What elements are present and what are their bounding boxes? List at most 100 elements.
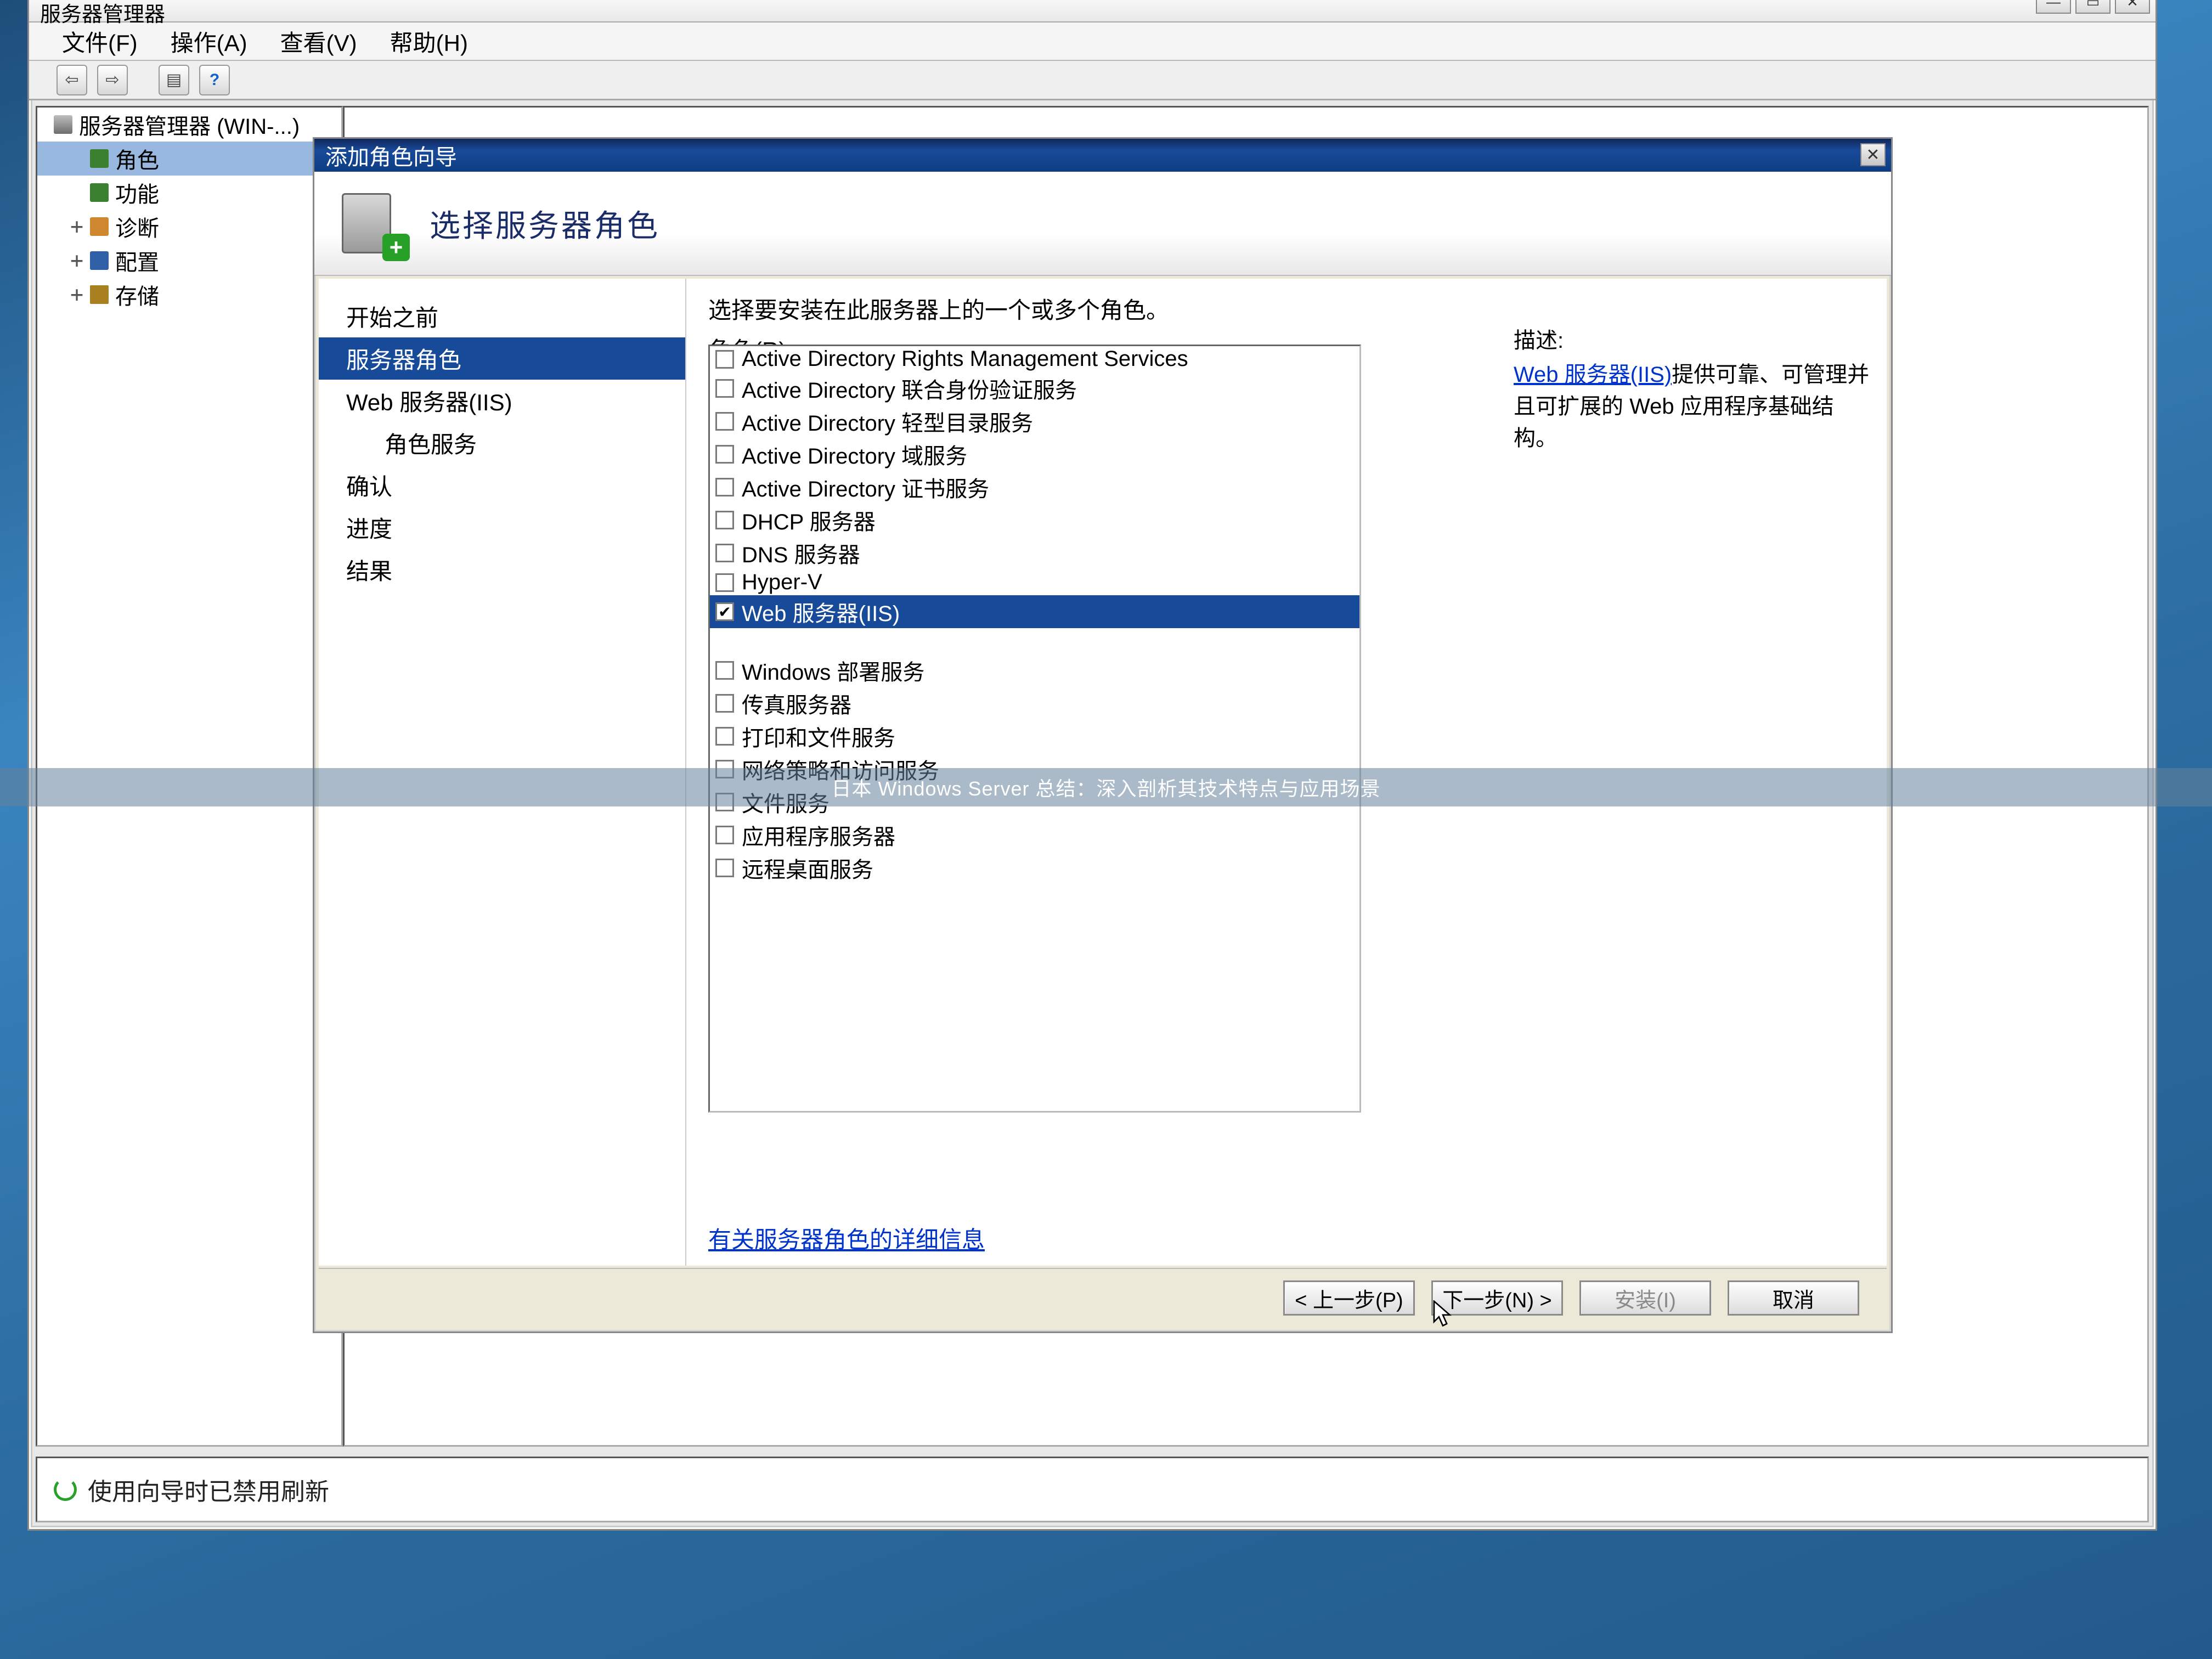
role-checkbox[interactable] — [715, 445, 734, 464]
tree-root-label: 服务器管理器 (WIN-...) — [79, 109, 300, 140]
cancel-wizard-button[interactable]: 取消 — [1728, 1280, 1859, 1316]
wizard-title-text: 添加角色向导 — [325, 139, 457, 171]
role-label: 远程桌面服务 — [742, 852, 873, 884]
role-label: Active Directory 证书服务 — [742, 471, 989, 503]
role-item-15[interactable]: 应用程序服务器 — [710, 819, 1359, 851]
wizard-close-button[interactable]: ✕ — [1860, 143, 1886, 166]
wizard-step-3[interactable]: 角色服务 — [319, 422, 685, 464]
role-checkbox[interactable] — [715, 544, 734, 562]
role-item-4[interactable]: Active Directory 证书服务 — [710, 471, 1359, 504]
tree-icon — [90, 251, 109, 270]
back-wizard-button[interactable]: < 上一步(P) — [1283, 1280, 1415, 1316]
role-checkbox[interactable] — [715, 727, 734, 746]
description-body: Web 服务器(IIS)提供可靠、可管理并且可扩展的 Web 应用程序基础结构。 — [1514, 357, 1870, 452]
close-button[interactable]: ✕ — [2115, 0, 2150, 14]
role-label: DNS 服务器 — [742, 537, 860, 569]
tree-node-label: 配置 — [115, 245, 159, 276]
role-label: DHCP 服务器 — [742, 504, 876, 536]
toolbar: ⇦ ⇨ ▤ ? — [29, 61, 2155, 100]
wizard-heading: 选择服务器角色 — [430, 201, 660, 246]
role-label: Active Directory 域服务 — [742, 438, 967, 470]
role-checkbox[interactable] — [715, 661, 734, 680]
role-checkbox[interactable] — [715, 694, 734, 713]
role-item-5[interactable]: DHCP 服务器 — [710, 504, 1359, 537]
role-item-7[interactable]: Hyper-V — [710, 569, 1359, 595]
wizard-step-6[interactable]: 结果 — [319, 549, 685, 591]
add-roles-wizard: 添加角色向导 ✕ + 选择服务器角色 开始之前服务器角色Web 服务器(IIS)… — [313, 137, 1893, 1333]
role-checkbox[interactable] — [715, 412, 734, 431]
description-link[interactable]: Web 服务器(IIS) — [1514, 363, 1672, 387]
tree-node-label: 诊断 — [115, 211, 159, 242]
wizard-header: + 选择服务器角色 — [314, 172, 1891, 276]
title-bar: 服务器管理器 — [29, 0, 2155, 22]
role-label: 传真服务器 — [742, 687, 851, 719]
tree-node-label: 角色 — [115, 143, 159, 174]
tree-node-1[interactable]: 功能 — [37, 176, 341, 210]
tree-icon — [90, 183, 109, 202]
role-checkbox[interactable] — [715, 859, 734, 877]
wizard-button-row: < 上一步(P) 下一步(N) > 安装(I) 取消 — [319, 1268, 1887, 1327]
tree-icon — [90, 217, 109, 236]
wizard-step-1[interactable]: 服务器角色 — [319, 337, 685, 380]
role-checkbox[interactable] — [715, 379, 734, 398]
role-checkbox[interactable] — [715, 350, 734, 369]
role-item-8[interactable]: Web 服务器(IIS) — [710, 595, 1359, 628]
menu-1[interactable]: 操作(A) — [171, 25, 247, 58]
description-heading: 描述: — [1514, 323, 1870, 354]
wizard-step-4[interactable]: 确认 — [319, 464, 685, 506]
role-checkbox[interactable] — [715, 511, 734, 529]
role-label: Web 服务器(IIS) — [742, 596, 900, 628]
tree-root[interactable]: 服务器管理器 (WIN-...) — [37, 108, 341, 142]
tree-icon — [90, 149, 109, 168]
role-label: Hyper-V — [742, 570, 822, 595]
role-label: 应用程序服务器 — [742, 819, 895, 851]
menu-bar: 文件(F) 操作(A) 查看(V) 帮助(H) — [29, 22, 2155, 61]
tree-node-0[interactable]: 角色 — [37, 142, 341, 176]
role-checkbox[interactable] — [715, 602, 734, 621]
role-label: Active Directory 轻型目录服务 — [742, 405, 1033, 437]
show-hide-button[interactable]: ▤ — [159, 65, 189, 95]
role-label: Windows 部署服务 — [742, 654, 924, 686]
role-item-0[interactable]: Active Directory Rights Management Servi… — [710, 346, 1359, 372]
refresh-icon — [54, 1478, 77, 1501]
install-wizard-button: 安装(I) — [1579, 1280, 1711, 1316]
role-checkbox[interactable] — [715, 478, 734, 496]
minimize-button[interactable]: — — [2036, 0, 2071, 14]
menu-2[interactable]: 查看(V) — [280, 25, 357, 58]
forward-button[interactable]: ⇨ — [97, 65, 128, 95]
menu-0[interactable]: 文件(F) — [62, 25, 138, 58]
server-icon — [54, 115, 72, 134]
tree-node-2[interactable]: +诊断 — [37, 210, 341, 244]
tree-node-label: 功能 — [115, 177, 159, 208]
role-checkbox[interactable] — [715, 826, 734, 844]
help-button[interactable]: ? — [199, 65, 230, 95]
maximize-button[interactable]: ▭ — [2075, 0, 2111, 14]
wizard-step-5[interactable]: 进度 — [319, 506, 685, 549]
role-label: 打印和文件服务 — [742, 720, 895, 752]
menu-3[interactable]: 帮助(H) — [390, 25, 468, 58]
role-checkbox[interactable] — [715, 573, 734, 592]
role-item-6[interactable]: DNS 服务器 — [710, 537, 1359, 569]
wizard-icon: + — [336, 188, 408, 259]
role-item-2[interactable]: Active Directory 轻型目录服务 — [710, 405, 1359, 438]
role-item-1[interactable]: Active Directory 联合身份验证服务 — [710, 372, 1359, 405]
role-item-11[interactable]: 传真服务器 — [710, 687, 1359, 720]
role-item-10[interactable]: Windows 部署服务 — [710, 654, 1359, 687]
back-button[interactable]: ⇦ — [57, 65, 87, 95]
tree-node-4[interactable]: +存储 — [37, 278, 341, 312]
next-wizard-button[interactable]: 下一步(N) > — [1431, 1280, 1563, 1316]
tree-node-label: 存储 — [115, 279, 159, 311]
tree-node-3[interactable]: +配置 — [37, 244, 341, 278]
role-label: Active Directory Rights Management Servi… — [742, 347, 1188, 371]
wizard-step-0[interactable]: 开始之前 — [319, 295, 685, 337]
description-panel: 描述: Web 服务器(IIS)提供可靠、可管理并且可扩展的 Web 应用程序基… — [1514, 323, 1870, 452]
wizard-titlebar: 添加角色向导 ✕ — [314, 139, 1891, 172]
wizard-step-2[interactable]: Web 服务器(IIS) — [319, 380, 685, 422]
instruction-text: 选择要安装在此服务器上的一个或多个角色。 — [708, 292, 1865, 325]
roles-checklist[interactable]: Active Directory Rights Management Servi… — [708, 345, 1361, 1113]
status-bar: 使用向导时已禁用刷新 — [36, 1457, 2149, 1522]
role-item-12[interactable]: 打印和文件服务 — [710, 720, 1359, 753]
role-item-16[interactable]: 远程桌面服务 — [710, 851, 1359, 884]
role-item-3[interactable]: Active Directory 域服务 — [710, 438, 1359, 471]
details-link[interactable]: 有关服务器角色的详细信息 — [708, 1221, 985, 1255]
